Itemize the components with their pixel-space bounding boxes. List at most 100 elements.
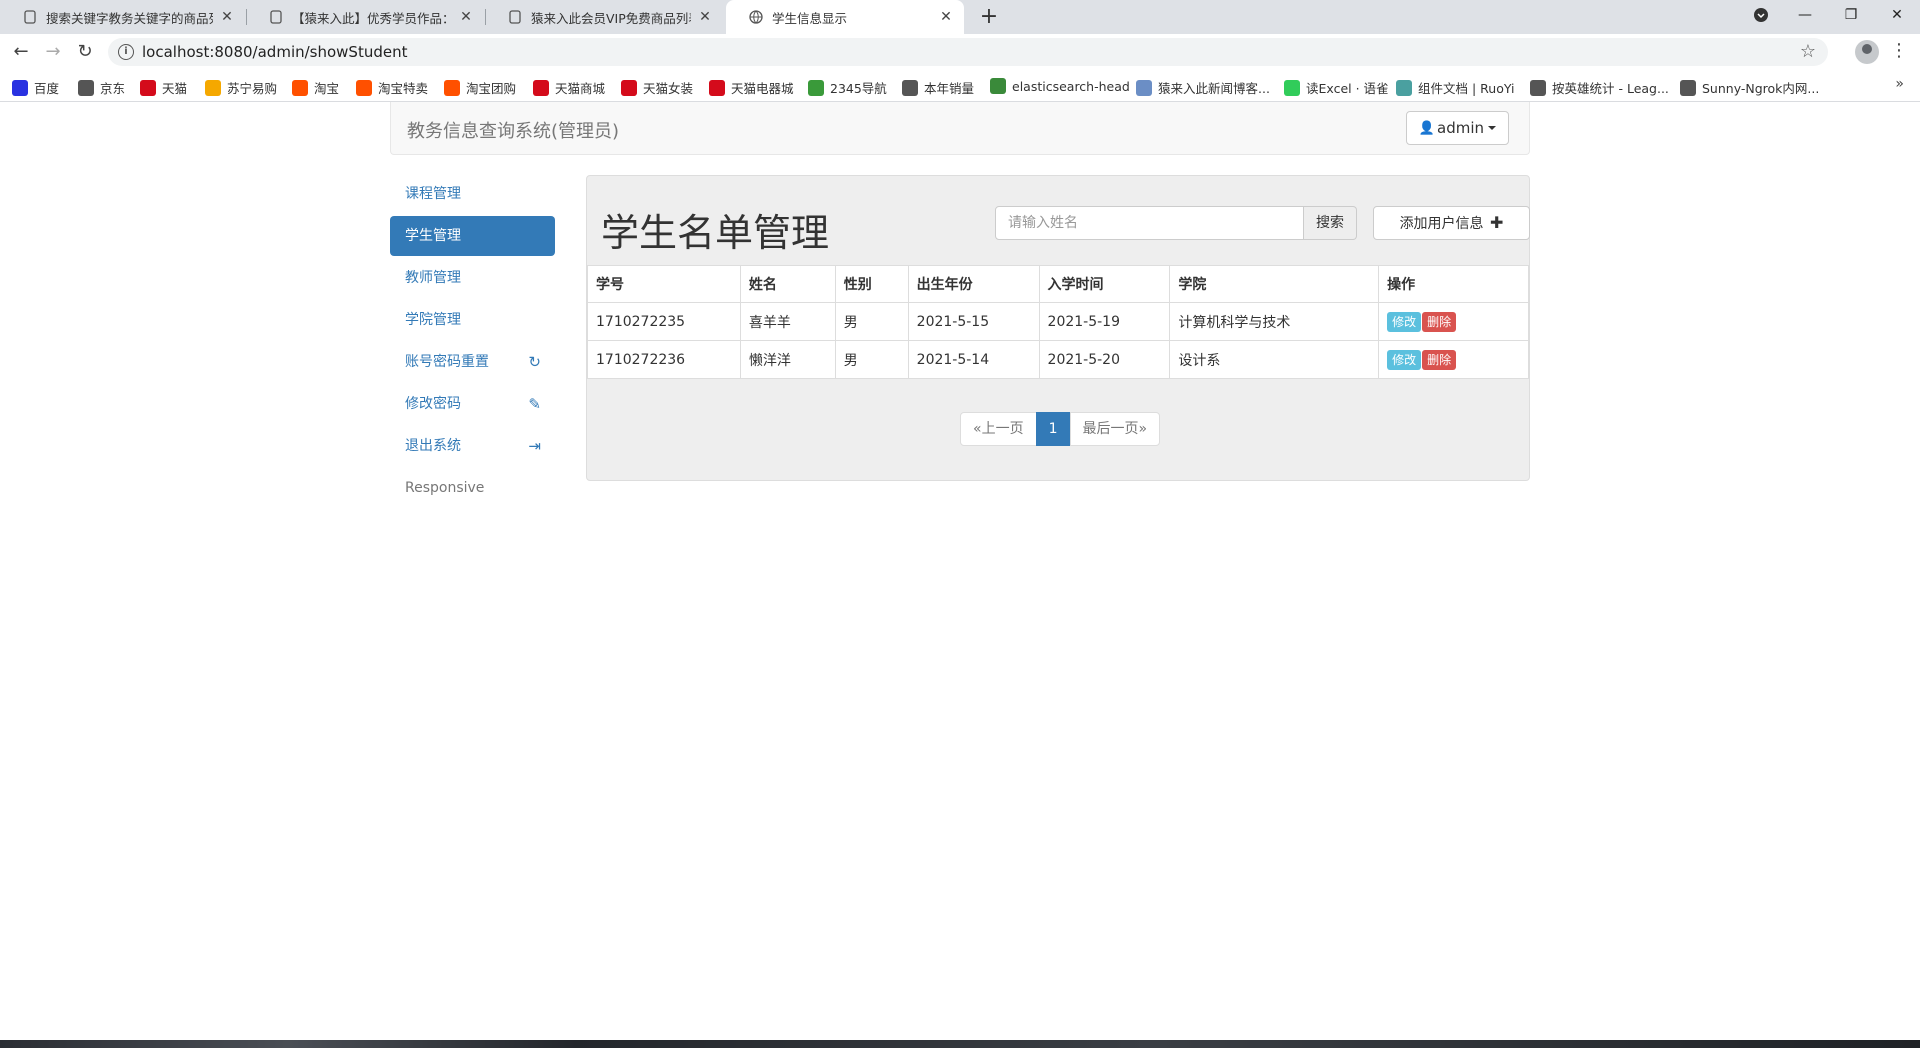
bookmark-item[interactable]: 淘宝特卖 bbox=[356, 78, 428, 97]
info-icon[interactable]: i bbox=[118, 44, 134, 60]
table-row: 1710272236 懒洋洋男 2021-5-14 2021-5-20 设计系 修改 删除 bbox=[587, 340, 1529, 379]
last-page-link[interactable]: 最后一页» bbox=[1069, 412, 1161, 446]
sidebar-item[interactable]: 账号密码重置 ↻ bbox=[390, 342, 555, 382]
edit-button[interactable]: 修改 bbox=[1387, 311, 1422, 332]
sidebar-item[interactable]: 学院管理 bbox=[390, 300, 555, 340]
user-icon: 👤 bbox=[1418, 120, 1435, 136]
browser-tab-active[interactable]: 学生信息显示 ✕ bbox=[726, 0, 964, 34]
header-student-id: 学号 bbox=[587, 265, 741, 303]
admin-dropdown-button[interactable]: 👤 admin bbox=[1405, 111, 1509, 145]
sidebar-item[interactable]: 课程管理 bbox=[390, 174, 555, 214]
os-taskbar bbox=[0, 1040, 1920, 1048]
bookmark-favicon-icon bbox=[1396, 79, 1412, 96]
tab-title: 学生信息显示 bbox=[772, 10, 848, 26]
bookmark-label: 天猫电器城 bbox=[731, 81, 794, 96]
sidebar: 课程管理学生管理 教师管理学院管理账号密码重置 ↻ 修改密码 ✎ 退出系统 ⇥ Respons… bbox=[390, 174, 555, 510]
browser-tab-1[interactable]: 搜索关键字教务关键字的商品列表 ✕ bbox=[0, 0, 245, 34]
sidebar-item[interactable]: 教师管理 bbox=[390, 258, 555, 298]
bookmark-item[interactable]: 淘宝 bbox=[292, 78, 339, 97]
star-icon[interactable]: ☆ bbox=[1800, 41, 1816, 62]
bookmark-item[interactable]: 京东 bbox=[78, 78, 125, 97]
header-name: 姓名 bbox=[739, 265, 836, 303]
main-panel: 学生名单管理 请输入姓名 搜索 添加用户信息 ✚ 学号 姓名 性别 出生年份 入… bbox=[586, 175, 1530, 481]
delete-button[interactable]: 删除 bbox=[1422, 311, 1457, 332]
bookmark-favicon-icon bbox=[709, 79, 725, 96]
close-icon[interactable]: ✕ bbox=[938, 9, 954, 25]
bookmark-item[interactable]: 读Excel · 语雀 bbox=[1284, 78, 1389, 97]
profile-avatar-icon[interactable] bbox=[1855, 40, 1879, 64]
bookmark-favicon-icon bbox=[902, 79, 918, 96]
sidebar-item[interactable]: 修改密码 ✎ bbox=[390, 384, 555, 424]
forward-icon[interactable]: → bbox=[41, 40, 65, 64]
restore-icon[interactable]: ❐ bbox=[1828, 0, 1874, 30]
app-navbar: 教务信息查询系统(管理员) 👤 admin bbox=[390, 102, 1530, 155]
close-window-icon[interactable]: ✕ bbox=[1874, 0, 1920, 30]
search-input[interactable]: 请输入姓名 bbox=[995, 206, 1304, 240]
cell-actions: 修改 删除 bbox=[1378, 302, 1529, 341]
bookmark-favicon-icon bbox=[292, 79, 308, 96]
browser-tab-2[interactable]: 【猿来入此】优秀学员作品：Spr ✕ bbox=[246, 0, 484, 34]
bookmarks-overflow-icon[interactable]: » bbox=[1895, 76, 1904, 92]
bookmark-item[interactable]: 本年销量 bbox=[902, 78, 974, 97]
bookmark-favicon-icon bbox=[140, 79, 156, 96]
address-bar[interactable]: i localhost:8080/admin/showStudent ☆ bbox=[108, 38, 1828, 66]
url-text[interactable]: localhost:8080/admin/showStudent bbox=[142, 43, 407, 61]
bookmark-favicon-icon bbox=[808, 79, 824, 96]
bookmark-item[interactable]: 天猫商城 bbox=[533, 78, 605, 97]
bookmark-item[interactable]: 百度 bbox=[12, 78, 59, 97]
bookmark-label: 百度 bbox=[34, 81, 60, 96]
close-icon[interactable]: ✕ bbox=[697, 9, 713, 25]
tab-title: 【猿来入此】优秀学员作品：Spr bbox=[292, 10, 452, 26]
close-icon[interactable]: ✕ bbox=[219, 9, 235, 25]
bookmark-label: 天猫女装 bbox=[643, 81, 694, 96]
bookmark-favicon-icon bbox=[444, 79, 460, 96]
cell-name: 懒洋洋 bbox=[739, 340, 836, 379]
page-icon bbox=[507, 9, 523, 25]
back-icon[interactable]: ← bbox=[9, 40, 33, 64]
bookmark-label: 猿来入此新闻博客... bbox=[1158, 81, 1270, 96]
bookmark-item[interactable]: 猿来入此新闻博客... bbox=[1136, 78, 1270, 97]
sidebar-item-label: 学院管理 bbox=[405, 312, 461, 328]
sidebar-item[interactable]: 学生管理 bbox=[390, 216, 555, 256]
sidebar-item[interactable]: 退出系统 ⇥ bbox=[390, 426, 555, 466]
bookmark-item[interactable]: 2345导航 bbox=[808, 78, 887, 97]
page-link-current[interactable]: 1 bbox=[1035, 412, 1071, 446]
bookmark-item[interactable]: elasticsearch-head bbox=[990, 78, 1130, 94]
cell-birth: 2021-5-15 bbox=[907, 302, 1040, 341]
pagination: «上一页 1 最后一页» bbox=[960, 412, 1161, 446]
bookmark-favicon-icon bbox=[205, 79, 221, 96]
table-row: 1710272235 喜羊羊男 2021-5-15 2021-5-19 计算机科学与技术… bbox=[587, 302, 1529, 341]
sidebar-item[interactable]: Responsive bbox=[390, 468, 555, 508]
prev-page-link[interactable]: «上一页 bbox=[960, 412, 1037, 446]
edit-button[interactable]: 修改 bbox=[1387, 349, 1422, 370]
app-brand[interactable]: 教务信息查询系统(管理员) bbox=[407, 117, 619, 143]
bookmark-favicon-icon bbox=[12, 79, 28, 96]
add-user-label: 添加用户信息 bbox=[1399, 216, 1484, 232]
header-enroll: 入学时间 bbox=[1038, 265, 1171, 303]
new-tab-button[interactable]: + bbox=[976, 4, 1002, 30]
page-title: 学生名单管理 bbox=[601, 211, 830, 255]
bookmark-label: 京东 bbox=[100, 81, 126, 96]
delete-button[interactable]: 删除 bbox=[1422, 349, 1457, 370]
tab-search-icon[interactable] bbox=[1738, 0, 1784, 30]
menu-icon[interactable]: ⋮ bbox=[1890, 40, 1908, 61]
refresh-icon: ↻ bbox=[528, 353, 541, 371]
bookmark-item[interactable]: 淘宝团购 bbox=[444, 78, 516, 97]
search-button[interactable]: 搜索 bbox=[1304, 206, 1357, 240]
bookmark-item[interactable]: 按英雄统计 - Leag... bbox=[1530, 78, 1669, 97]
bookmark-item[interactable]: 组件文档 | RuoYi bbox=[1396, 78, 1515, 97]
sidebar-item-label: 课程管理 bbox=[405, 186, 461, 202]
browser-tab-3[interactable]: 猿来入此会员VIP免费商品列表| ✕ bbox=[485, 0, 723, 34]
reload-icon[interactable]: ↻ bbox=[73, 40, 97, 64]
bookmark-item[interactable]: 天猫电器城 bbox=[709, 78, 794, 97]
minimize-icon[interactable]: — bbox=[1782, 0, 1828, 30]
add-user-button[interactable]: 添加用户信息 ✚ bbox=[1373, 206, 1530, 240]
bookmark-item[interactable]: 天猫女装 bbox=[621, 78, 693, 97]
cell-sex: 男 bbox=[834, 340, 909, 379]
header-college: 学院 bbox=[1169, 265, 1380, 303]
close-icon[interactable]: ✕ bbox=[458, 9, 474, 25]
bookmark-item[interactable]: 天猫 bbox=[140, 78, 187, 97]
bookmark-item[interactable]: Sunny-Ngrok内网... bbox=[1680, 78, 1819, 97]
tab-title: 猿来入此会员VIP免费商品列表| bbox=[531, 10, 691, 26]
bookmark-item[interactable]: 苏宁易购 bbox=[205, 78, 277, 97]
